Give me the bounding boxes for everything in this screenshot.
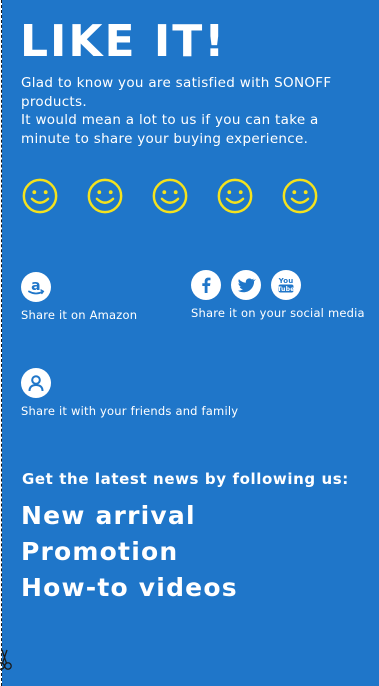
- svg-text:Tube: Tube: [277, 286, 294, 293]
- smiley-face-icon[interactable]: [21, 177, 59, 215]
- svg-text:a: a: [31, 278, 41, 294]
- message-line-2: It would mean a lot to us if you can tak…: [21, 112, 319, 147]
- share-social-label: Share it on your social media: [191, 306, 365, 320]
- share-social-media: You Tube Share it on your social media: [191, 270, 365, 320]
- share-amazon[interactable]: a Share it on Amazon: [21, 272, 137, 322]
- youtube-icon[interactable]: You Tube: [271, 270, 301, 300]
- news-item-promotion: Promotion: [21, 537, 179, 566]
- smiley-face-icon[interactable]: [151, 177, 189, 215]
- feedback-card: LIKE IT! Glad to know you are satisfied …: [2, 0, 379, 686]
- share-friends-family[interactable]: Share it with your friends and family: [21, 368, 238, 418]
- smiley-face-icon[interactable]: [216, 177, 254, 215]
- smiley-face-icon[interactable]: [281, 177, 319, 215]
- amazon-icon[interactable]: a: [21, 272, 51, 302]
- thank-you-message: Glad to know you are satisfied with SONO…: [21, 74, 366, 148]
- svg-text:You: You: [278, 277, 294, 285]
- share-friends-label: Share it with your friends and family: [21, 404, 239, 418]
- follow-title: Get the latest news by following us:: [22, 470, 349, 488]
- message-line-1: Glad to know you are satisfied with SONO…: [21, 75, 332, 110]
- scissors-icon: [0, 649, 12, 670]
- facebook-icon[interactable]: [191, 270, 221, 300]
- twitter-icon[interactable]: [231, 270, 261, 300]
- headline: LIKE IT!: [20, 16, 227, 67]
- smiley-rating-row: [21, 177, 319, 215]
- smiley-face-icon[interactable]: [86, 177, 124, 215]
- share-amazon-label: Share it on Amazon: [21, 308, 138, 322]
- news-item-new-arrival: New arrival: [21, 501, 196, 530]
- person-icon: [21, 368, 51, 398]
- news-list: New arrival Promotion How-to videos: [21, 498, 238, 606]
- news-item-how-to-videos: How-to videos: [21, 573, 238, 602]
